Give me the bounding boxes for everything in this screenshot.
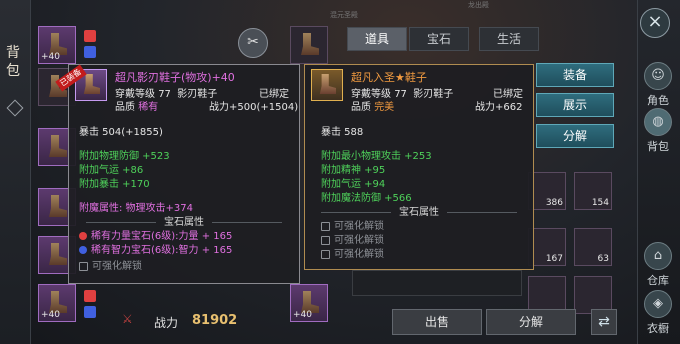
inventory-row — [352, 270, 522, 296]
gem-line: 稀有智力宝石(6级):智力 + 165 — [79, 241, 232, 256]
stat-line: 附加精神 +95 — [321, 165, 386, 176]
decompose-button[interactable]: 分解 — [486, 309, 576, 335]
tool-icon[interactable]: ✂ — [238, 28, 268, 58]
top-label-right: 龙出殿 — [468, 1, 489, 9]
gem-blue-icon — [79, 246, 87, 254]
unlock-line: 可强化解锁 — [321, 231, 384, 246]
stat-line: 附加物理防御 +523 — [79, 151, 170, 162]
quality-row: 品质 完美 — [351, 98, 394, 113]
lock-icon — [321, 249, 330, 259]
quality-label: 品质 — [115, 102, 135, 113]
unlock-text: 可强化解锁 — [334, 249, 384, 260]
stat-line: 附加气运 +86 — [79, 165, 144, 176]
gem-line: 稀有力量宝石(6级):力量 + 165 — [79, 227, 232, 242]
diamond-icon — [6, 99, 24, 117]
lock-icon — [321, 221, 330, 231]
boot-icon — [311, 69, 343, 101]
lock-icon — [79, 261, 88, 271]
close-icon[interactable]: × — [640, 8, 670, 38]
bag-title: 背包 — [6, 45, 20, 79]
sword-icon: ⚔ — [122, 312, 133, 326]
inventory-slot[interactable] — [290, 26, 328, 64]
gem-icon — [84, 306, 96, 318]
sell-button[interactable]: 出售 — [392, 309, 482, 335]
tab-gems[interactable]: 宝石 — [409, 27, 469, 51]
lock-icon — [321, 235, 330, 245]
show-button[interactable]: 展示 — [536, 93, 614, 117]
nav-warehouse[interactable]: ⌂ 仓库 — [642, 242, 674, 287]
right-sidebar: × ☺ 角色 ◍ 背包 ⌂ 仓库 ◈ 衣橱 — [637, 0, 680, 344]
gem-icon — [84, 290, 96, 302]
stat-line: 附加最小物理攻击 +253 — [321, 151, 432, 162]
item-name: 超凡入圣★鞋子 — [351, 71, 427, 84]
item-type: 影刃鞋子 — [413, 89, 454, 100]
equipped-item-tooltip: 超凡影刃鞋子(物攻)+40 穿戴等级 77 影刃鞋子 已绑定 品质 稀有 战力+… — [68, 64, 300, 284]
power-value: 战力+662 — [475, 102, 523, 113]
gem-line-text: 稀有智力宝石(6级):智力 + 165 — [91, 245, 233, 256]
gem-icon — [84, 30, 96, 42]
power-value: 战力+500(+1504) — [209, 102, 299, 113]
gem-red-icon — [79, 232, 87, 240]
nav-wardrobe[interactable]: ◈ 衣橱 — [642, 290, 674, 335]
refresh-icon[interactable]: ⇄ — [591, 309, 617, 335]
bag-icon: ◍ — [644, 108, 672, 136]
wardrobe-icon: ◈ — [644, 290, 672, 318]
wear-level: 77 — [394, 89, 407, 100]
inventory-slot[interactable]: +40 — [38, 26, 76, 64]
crit-stat: 暴击 504(+1855) — [79, 127, 163, 138]
power-label: 战力 — [154, 316, 179, 330]
crit-stat: 暴击 588 — [321, 127, 364, 138]
left-sidebar: 背包 — [0, 0, 31, 344]
item-name: 超凡影刃鞋子(物攻)+40 — [115, 71, 235, 84]
warehouse-icon: ⌂ — [644, 242, 672, 270]
quality-value: 完美 — [374, 102, 395, 113]
stat-line: 附加暴击 +170 — [79, 179, 150, 190]
decompose-action-button[interactable]: 分解 — [536, 124, 614, 148]
tab-life[interactable]: 生活 — [479, 27, 539, 51]
unlock-text: 可强化解锁 — [92, 261, 142, 272]
unlock-line: 可强化解锁 — [321, 217, 384, 232]
tab-bar: 道具 宝石 生活 — [343, 27, 539, 51]
character-icon: ☺ — [644, 62, 672, 90]
equip-button[interactable]: 装备 — [536, 63, 614, 87]
tab-items[interactable]: 道具 — [347, 27, 407, 51]
unlock-line: 可强化解锁 — [79, 257, 142, 272]
quality-value: 稀有 — [138, 102, 159, 113]
gem-section-header: 宝石属性 — [69, 213, 299, 228]
power-value: 81902 — [192, 313, 238, 328]
wear-level: 77 — [158, 89, 171, 100]
gem-icon — [84, 46, 96, 58]
stat-line: 附加气运 +94 — [321, 179, 386, 190]
unlock-line: 可强化解锁 — [321, 245, 384, 260]
combat-power: ⚔ 战力 81902 — [122, 312, 244, 332]
inventory-slot[interactable]: 154 — [574, 172, 612, 210]
nav-bag[interactable]: ◍ 背包 — [642, 108, 674, 153]
quality-label: 品质 — [351, 102, 371, 113]
stat-line: 附加魔法防御 +566 — [321, 193, 412, 204]
gem-section-header: 宝石属性 — [305, 203, 533, 218]
quality-row: 品质 稀有 — [115, 98, 158, 113]
enchant-line: 附魔属性: 物理攻击+374 — [79, 203, 194, 214]
inventory-slot[interactable]: +40 — [290, 284, 328, 322]
inventory-slot[interactable]: 63 — [574, 228, 612, 266]
inventory-slot[interactable]: +40 — [38, 284, 76, 322]
nav-character[interactable]: ☺ 角色 — [642, 62, 674, 107]
compare-item-tooltip: 超凡入圣★鞋子 穿戴等级 77 影刃鞋子 已绑定 品质 完美 战力+662 暴击… — [304, 64, 534, 270]
top-label-left: 混元圣殿 — [330, 11, 358, 19]
